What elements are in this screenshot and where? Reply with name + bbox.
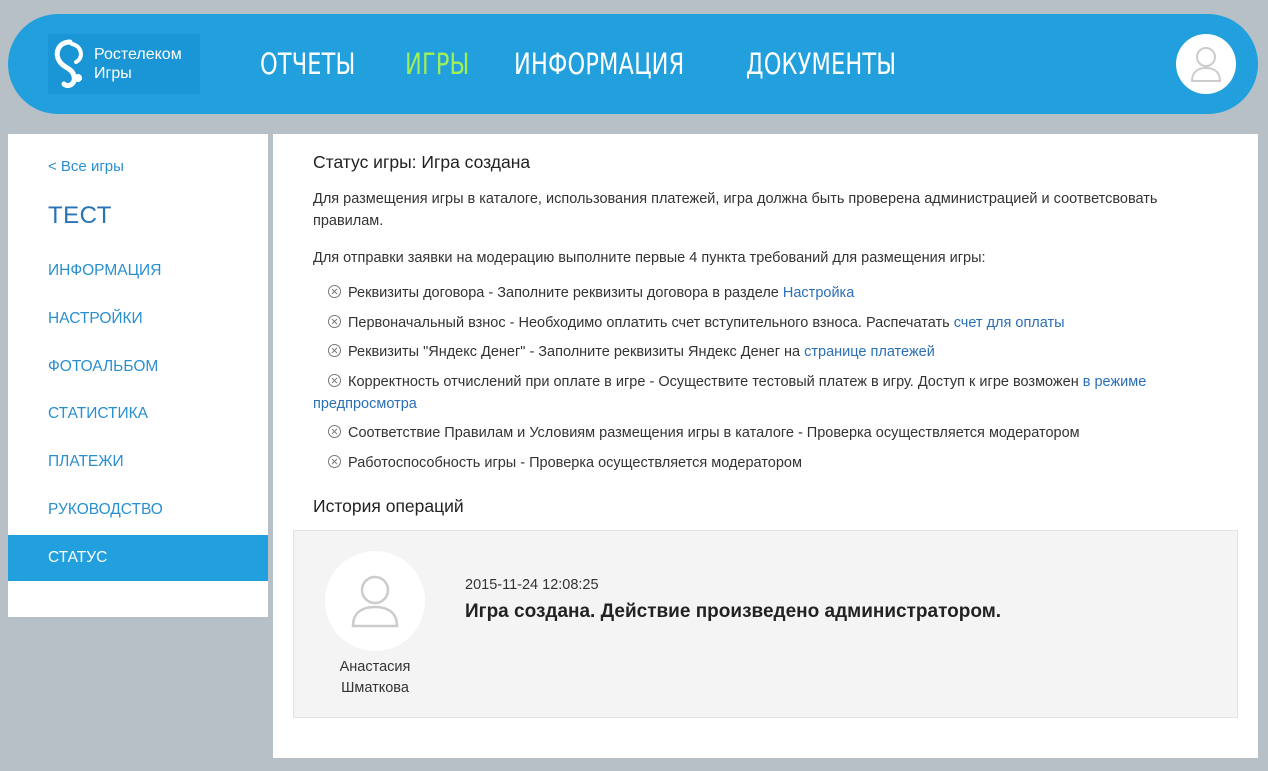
history-user-name: Анастасия Шматкова: [339, 659, 411, 696]
rostelecom-logo[interactable]: Ростелеком Игры: [48, 34, 200, 94]
game-title: ТЕСТ: [48, 202, 112, 229]
requirement-text: Реквизиты "Яндекс Денег" - Заполните рек…: [348, 344, 805, 360]
invoice-link[interactable]: счет для оплаты: [954, 315, 1065, 331]
requirement-item: Корректность отчислений при оплате в игр…: [313, 371, 1208, 415]
nav-information[interactable]: ИНФОРМАЦИЯ: [514, 44, 684, 84]
history-entry: Анастасия Шматкова 2015-11-24 12:08:25 И…: [293, 530, 1238, 718]
sidebar-item-photoalbum[interactable]: ФОТОАЛЬБОМ: [8, 344, 268, 390]
nav-games[interactable]: ИГРЫ: [405, 44, 470, 84]
logo-mark-icon: [54, 39, 83, 89]
sidebar-item-payments[interactable]: ПЛАТЕЖИ: [8, 439, 268, 485]
status-title: Статус игры: Игра создана: [313, 152, 531, 172]
requirement-item: Работоспособность игры - Проверка осущес…: [328, 452, 1208, 474]
cross-circle-icon: [328, 373, 341, 387]
user-avatar-button[interactable]: [1176, 34, 1236, 94]
sidebar-item-status[interactable]: СТАТУС: [8, 535, 268, 581]
payments-page-link[interactable]: странице платежей: [804, 344, 935, 360]
nav-documents[interactable]: ДОКУМЕНТЫ: [746, 44, 896, 84]
info-paragraph: Для размещения игры в каталоге, использо…: [313, 191, 1158, 229]
logo-line2: Игры: [94, 65, 132, 82]
requirements-list: Реквизиты договора - Заполните реквизиты…: [313, 282, 1208, 481]
history-avatar: [325, 551, 425, 651]
user-icon: [1190, 47, 1222, 82]
requirement-item: Первоначальный взнос - Необходимо оплати…: [328, 312, 1208, 334]
requirement-item: Реквизиты "Яндекс Денег" - Заполните рек…: [328, 341, 1208, 363]
logo-text: Ростелеком Игры: [94, 45, 182, 83]
history-title: История операций: [313, 496, 464, 516]
sidebar-item-settings[interactable]: НАСТРОЙКИ: [8, 296, 268, 342]
requirement-item: Соответствие Правилам и Условиям размеще…: [328, 422, 1208, 444]
settings-link[interactable]: Настройка: [783, 285, 854, 301]
cross-circle-icon: [328, 285, 341, 298]
sidebar-item-guide[interactable]: РУКОВОДСТВО: [8, 487, 268, 533]
cross-circle-icon: [328, 454, 341, 468]
main-content: Статус игры: Игра создана Для размещения…: [273, 134, 1258, 758]
top-header: Ростелеком Игры ОТЧЕТЫ ИГРЫ ИНФОРМАЦИЯ Д…: [8, 14, 1258, 114]
requirement-text: Соответствие Правилам и Условиям размеще…: [348, 425, 1080, 441]
main-nav: ОТЧЕТЫ ИГРЫ ИНФОРМАЦИЯ ДОКУМЕНТЫ: [260, 44, 955, 84]
cross-circle-icon: [328, 344, 341, 357]
history-date: 2015-11-24 12:08:25: [465, 577, 599, 593]
requirement-text: Первоначальный взнос - Необходимо оплати…: [348, 314, 954, 331]
requirement-text: Корректность отчислений при оплате в игр…: [348, 373, 1083, 390]
cross-circle-icon: [328, 425, 341, 438]
nav-reports[interactable]: ОТЧЕТЫ: [260, 44, 355, 84]
history-message: Игра создана. Действие произведено админ…: [465, 601, 1002, 622]
back-to-games-link[interactable]: < Все игры: [48, 158, 124, 175]
requirement-text: Работоспособность игры - Проверка осущес…: [348, 454, 802, 471]
sidebar-item-information[interactable]: ИНФОРМАЦИЯ: [8, 248, 268, 294]
requirement-item: Реквизиты договора - Заполните реквизиты…: [328, 282, 1208, 304]
requirement-text: Реквизиты договора - Заполните реквизиты…: [348, 285, 783, 301]
user-icon: [351, 575, 399, 628]
sidebar: < Все игры ТЕСТ ИНФОРМАЦИЯ НАСТРОЙКИ ФОТ…: [8, 134, 268, 617]
cross-circle-icon: [328, 314, 341, 328]
instruction-paragraph: Для отправки заявки на модерацию выполни…: [313, 250, 986, 266]
sidebar-item-statistics[interactable]: СТАТИСТИКА: [8, 391, 268, 437]
logo-line1: Ростелеком: [94, 46, 182, 63]
